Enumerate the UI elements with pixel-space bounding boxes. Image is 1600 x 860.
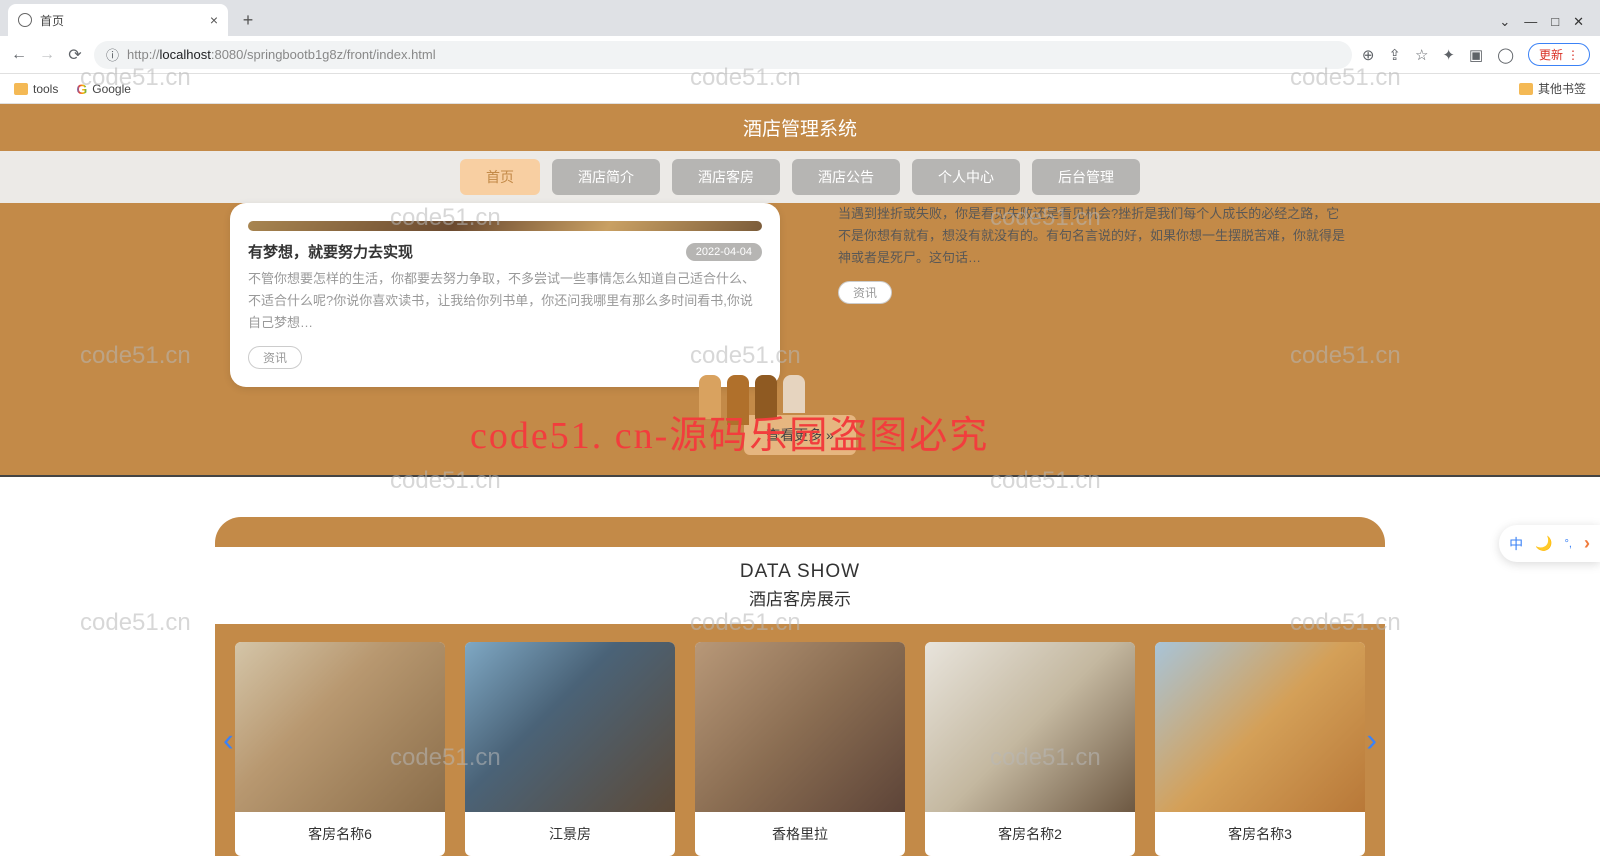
date-badge: 2022-04-04 (686, 243, 762, 261)
url-text: http://localhost:8080/springbootb1g8z/fr… (127, 47, 436, 62)
carousel-next-icon[interactable]: › (1366, 722, 1377, 759)
google-icon: G (76, 81, 87, 97)
news-section: 有梦想，就要努力去实现 2022-04-04 不管你想要怎样的生活，你都要去努力… (0, 203, 1600, 475)
room-image (1155, 642, 1365, 812)
room-name: 客房名称6 (235, 812, 445, 856)
room-card[interactable]: 香格里拉 (695, 642, 905, 856)
room-name: 客房名称2 (925, 812, 1135, 856)
nav-home[interactable]: 首页 (460, 159, 540, 195)
close-icon[interactable]: × (210, 12, 218, 28)
zoom-icon[interactable]: ⊕ (1362, 46, 1375, 64)
chevron-down-icon[interactable]: ⌄ (1499, 14, 1510, 30)
bookmark-tools[interactable]: tools (14, 82, 58, 96)
data-show-section: DATA SHOW 酒店客房展示 ‹ 客房名称6 江景房 香格里拉 客房名称2 … (0, 477, 1600, 856)
news-tag[interactable]: 资讯 (248, 346, 302, 369)
news-card[interactable]: 有梦想，就要努力去实现 2022-04-04 不管你想要怎样的生活，你都要去努力… (230, 203, 780, 387)
browser-tab[interactable]: 首页 × (8, 4, 228, 36)
star-icon[interactable]: ☆ (1415, 46, 1428, 64)
news-title: 有梦想，就要努力去实现 2022-04-04 (248, 241, 762, 262)
news-desc: 当遇到挫折或失败，你是看见失败还是看见机会?挫折是我们每个人成长的必经之路，它不… (838, 203, 1352, 269)
reload-icon[interactable]: ⟳ (66, 46, 84, 64)
maximize-icon[interactable]: □ (1551, 14, 1559, 30)
window-controls: ⌄ — □ ✕ (1499, 14, 1592, 36)
lang-indicator[interactable]: 中 (1509, 534, 1523, 554)
news-desc: 不管你想要怎样的生活，你都要去努力争取，不多尝试一些事情怎么知道自己适合什么、不… (248, 268, 762, 334)
news-image (248, 221, 762, 231)
ime-widget[interactable]: 中 🌙 °, › (1499, 525, 1600, 562)
folder-icon (14, 83, 28, 95)
forward-icon[interactable]: → (38, 46, 56, 64)
folder-icon (1519, 83, 1533, 95)
tab-title: 首页 (40, 12, 64, 29)
moon-icon[interactable]: 🌙 (1535, 535, 1552, 552)
room-carousel: ‹ 客房名称6 江景房 香格里拉 客房名称2 客房名称3 › (215, 624, 1385, 856)
back-icon[interactable]: ← (10, 46, 28, 64)
room-card[interactable]: 客房名称2 (925, 642, 1135, 856)
side-panel-icon[interactable]: ▣ (1469, 46, 1483, 64)
share-icon[interactable]: ⇪ (1388, 46, 1401, 64)
data-show-header: DATA SHOW 酒店客房展示 (215, 547, 1385, 624)
room-card[interactable]: 客房名称6 (235, 642, 445, 856)
page-content: 酒店管理系统 首页 酒店简介 酒店客房 酒店公告 个人中心 后台管理 有梦想，就… (0, 104, 1600, 856)
room-image (465, 642, 675, 812)
bookmarks-bar: tools GGoogle 其他书签 (0, 74, 1600, 104)
bookmark-other[interactable]: 其他书签 (1519, 80, 1586, 97)
decoration-bars (699, 375, 805, 425)
minimize-icon[interactable]: — (1524, 14, 1537, 30)
settings-icon[interactable]: °, (1565, 538, 1572, 550)
room-name: 客房名称3 (1155, 812, 1365, 856)
browser-tab-strip: 首页 × + ⌄ — □ ✕ (0, 0, 1600, 36)
news-tag[interactable]: 资讯 (838, 281, 892, 304)
info-icon: ⓘ (106, 45, 119, 64)
close-window-icon[interactable]: ✕ (1573, 14, 1584, 30)
url-input[interactable]: ⓘ http://localhost:8080/springbootb1g8z/… (94, 41, 1352, 69)
news-card[interactable]: 当遇到挫折或失败，你是看见失败还是看见机会?挫折是我们每个人成长的必经之路，它不… (820, 203, 1370, 387)
extensions-icon[interactable]: ✦ (1442, 46, 1455, 64)
room-card[interactable]: 江景房 (465, 642, 675, 856)
nav-rooms[interactable]: 酒店客房 (672, 159, 780, 195)
nav-intro[interactable]: 酒店简介 (552, 159, 660, 195)
profile-icon[interactable]: ◯ (1497, 46, 1514, 64)
globe-icon (18, 13, 32, 27)
update-button[interactable]: 更新 ⋮ (1528, 43, 1590, 66)
room-image (695, 642, 905, 812)
nav-notice[interactable]: 酒店公告 (792, 159, 900, 195)
chevron-right-icon[interactable]: › (1584, 533, 1590, 554)
room-image (925, 642, 1135, 812)
bookmark-google[interactable]: GGoogle (76, 81, 131, 97)
main-nav: 首页 酒店简介 酒店客房 酒店公告 个人中心 后台管理 (0, 151, 1600, 203)
nav-admin[interactable]: 后台管理 (1032, 159, 1140, 195)
room-name: 香格里拉 (695, 812, 905, 856)
carousel-prev-icon[interactable]: ‹ (223, 722, 234, 759)
room-name: 江景房 (465, 812, 675, 856)
site-title: 酒店管理系统 (0, 104, 1600, 151)
address-bar: ← → ⟳ ⓘ http://localhost:8080/springboot… (0, 36, 1600, 74)
new-tab-button[interactable]: + (234, 6, 262, 34)
data-show-title-en: DATA SHOW (215, 561, 1385, 583)
room-image (235, 642, 445, 812)
room-card[interactable]: 客房名称3 (1155, 642, 1365, 856)
data-show-title-cn: 酒店客房展示 (215, 585, 1385, 610)
nav-profile[interactable]: 个人中心 (912, 159, 1020, 195)
